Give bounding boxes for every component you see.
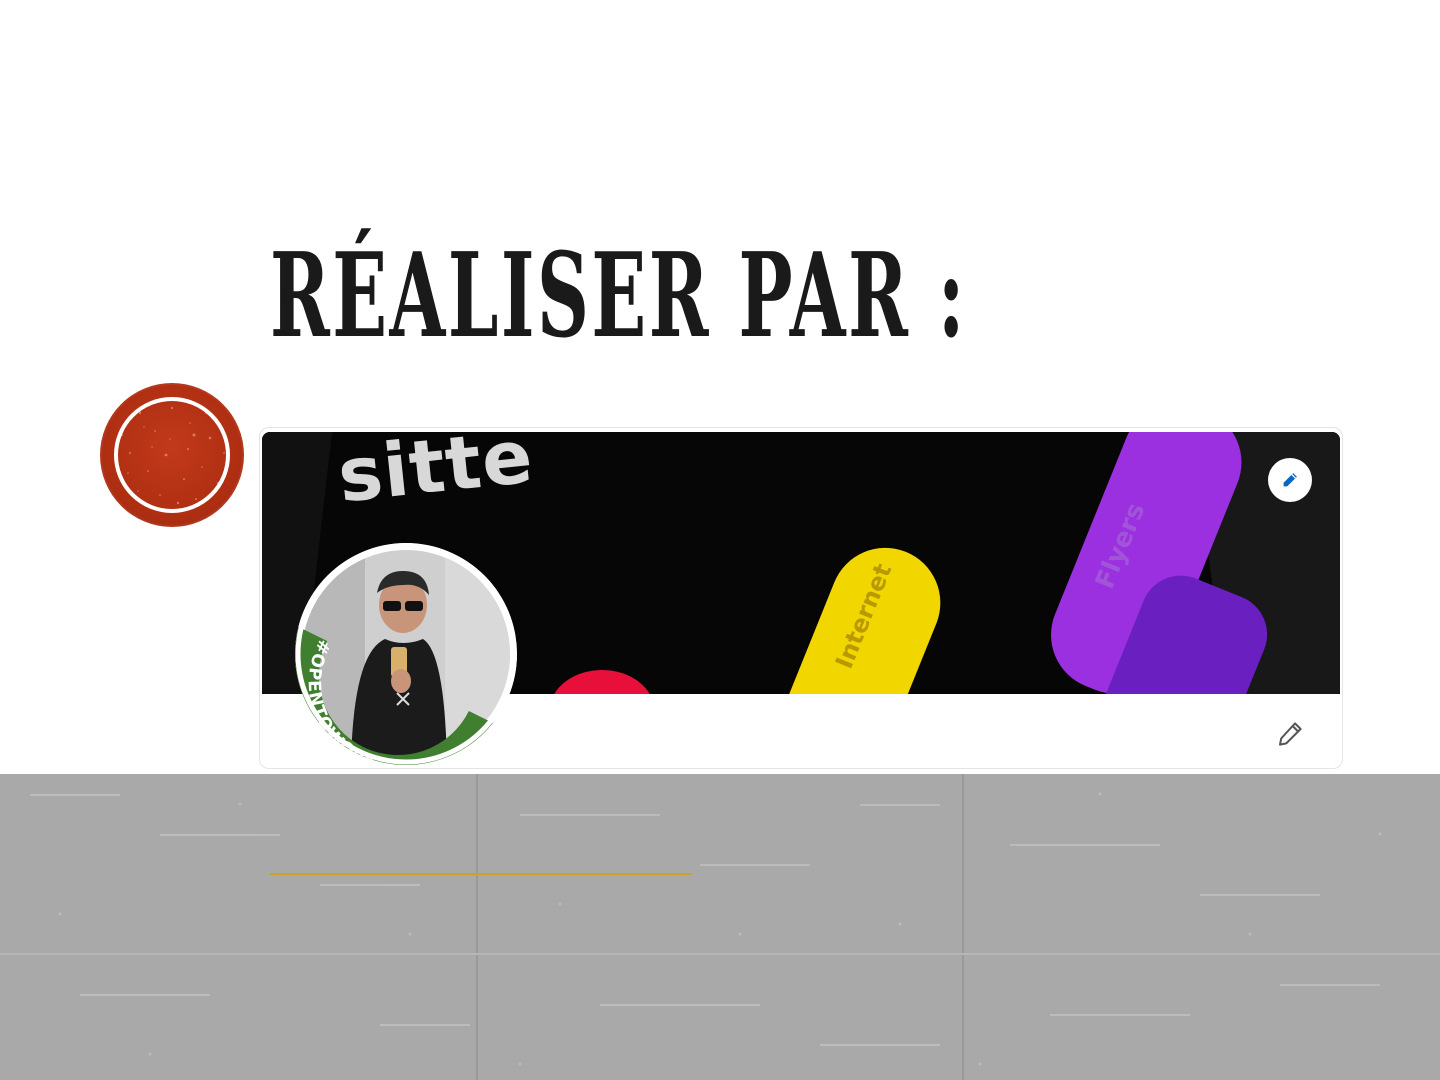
profile-avatar[interactable]: #OPENTOWORK (295, 543, 517, 765)
accent-underline (270, 873, 692, 875)
pencil-icon (1279, 722, 1302, 746)
bottom-texture-band (0, 774, 1440, 1080)
pencil-icon (1283, 473, 1297, 487)
slide: RÉALISER PAR : sitte Internet Flyers #OP… (0, 0, 1440, 1080)
badge-ring (114, 397, 230, 513)
slide-title: RÉALISER PAR : (270, 228, 967, 364)
edit-profile-button[interactable] (1272, 716, 1308, 752)
edit-banner-button[interactable] (1268, 458, 1312, 502)
